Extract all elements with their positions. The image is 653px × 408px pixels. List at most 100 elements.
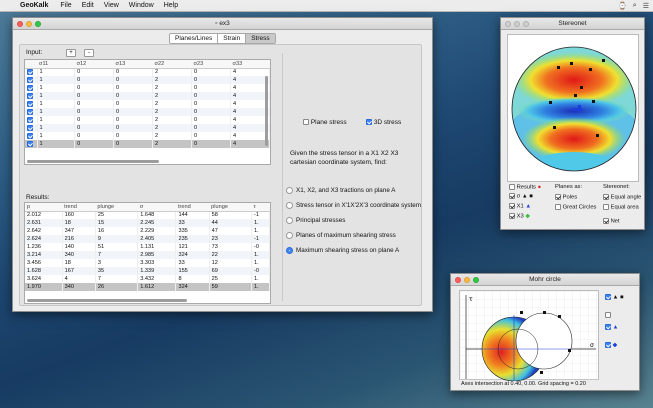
row-checkbox[interactable] bbox=[27, 69, 33, 75]
input-cell[interactable]: 1 bbox=[37, 140, 76, 148]
row-checkbox[interactable] bbox=[27, 124, 33, 131]
x1-checkbox[interactable] bbox=[509, 203, 515, 209]
result-row[interactable]: 2.624 216 9 2.405 235 23 -1 bbox=[25, 235, 270, 243]
input-cell[interactable]: 4 bbox=[230, 116, 270, 124]
input-cell[interactable]: 0 bbox=[191, 92, 231, 100]
input-cell[interactable]: 2 bbox=[152, 92, 193, 100]
input-cell[interactable]: 2 bbox=[152, 140, 193, 148]
input-cell[interactable]: 0 bbox=[191, 76, 231, 84]
input-column-header[interactable]: σ23 bbox=[191, 60, 231, 69]
option-radio[interactable] bbox=[286, 232, 293, 239]
input-row[interactable]: 100204 bbox=[25, 100, 270, 108]
input-column-header[interactable] bbox=[25, 60, 37, 69]
row-checkbox[interactable] bbox=[27, 76, 33, 83]
input-cell[interactable]: 0 bbox=[191, 140, 231, 148]
mohr-titlebar[interactable]: Mohr circle bbox=[451, 274, 639, 286]
input-cell[interactable]: 0 bbox=[191, 108, 231, 116]
menu-help[interactable]: Help bbox=[164, 2, 178, 9]
option-radio[interactable] bbox=[286, 202, 293, 209]
input-cell[interactable]: 4 bbox=[230, 140, 270, 148]
input-row[interactable]: 100204 bbox=[25, 76, 270, 84]
input-cell[interactable]: 2 bbox=[152, 68, 193, 76]
input-cell[interactable]: 0 bbox=[113, 132, 154, 140]
input-cell[interactable]: 0 bbox=[191, 116, 231, 124]
mohr-legend-x1[interactable] bbox=[605, 312, 611, 319]
input-cell[interactable]: 1 bbox=[37, 92, 76, 100]
result-column-header[interactable]: τ bbox=[251, 203, 270, 212]
result-column-header[interactable]: trend bbox=[175, 203, 210, 212]
input-cell[interactable]: 4 bbox=[230, 92, 270, 100]
input-cell[interactable]: 2 bbox=[152, 100, 193, 108]
input-row[interactable]: 100204 bbox=[25, 116, 270, 124]
input-cell[interactable]: 0 bbox=[74, 132, 115, 140]
result-column-header[interactable]: plunge bbox=[95, 203, 138, 212]
sigma-checkbox[interactable] bbox=[509, 193, 515, 199]
equal-angle-option[interactable]: Equal angle bbox=[603, 194, 641, 201]
tab-strain[interactable]: Strain bbox=[218, 34, 247, 43]
input-cell[interactable]: 4 bbox=[230, 100, 270, 108]
minimize-button[interactable] bbox=[26, 21, 32, 27]
input-column-header[interactable]: σ11 bbox=[37, 60, 75, 69]
input-column-header[interactable]: σ22 bbox=[152, 60, 192, 69]
3d-stress-checkbox[interactable]: 3D stress bbox=[366, 119, 401, 126]
legend-sigma[interactable]: σ ▲ ■ bbox=[509, 193, 533, 200]
input-cell[interactable]: 0 bbox=[113, 116, 154, 124]
result-row[interactable]: 1.970 340 26 1.612 324 59 1. bbox=[25, 283, 270, 291]
result-row[interactable]: 2.012 160 25 1.648 144 58 -1 bbox=[25, 211, 270, 219]
input-cell[interactable]: 0 bbox=[113, 76, 154, 84]
minimize-button[interactable] bbox=[514, 21, 520, 27]
input-cell[interactable]: 0 bbox=[74, 140, 115, 148]
input-cell[interactable]: 4 bbox=[230, 132, 270, 140]
input-cell[interactable]: 0 bbox=[191, 84, 231, 92]
input-cell[interactable]: 0 bbox=[74, 68, 115, 76]
result-column-header[interactable]: σ bbox=[137, 203, 176, 212]
input-cell[interactable]: 0 bbox=[113, 84, 154, 92]
result-row[interactable]: 3.456 18 3 3.303 33 12 1. bbox=[25, 259, 270, 267]
input-cell[interactable]: 2 bbox=[152, 108, 193, 116]
input-vscrollbar[interactable] bbox=[265, 76, 268, 146]
zoom-button[interactable] bbox=[523, 21, 529, 27]
plane-stress-checkbox[interactable]: Plane stress bbox=[303, 119, 347, 126]
poles-option[interactable]: Poles bbox=[555, 194, 577, 201]
3d-stress-box[interactable] bbox=[366, 119, 372, 126]
input-cell[interactable]: 0 bbox=[74, 92, 115, 100]
input-column-header[interactable]: σ13 bbox=[113, 60, 153, 69]
input-cell[interactable]: 0 bbox=[74, 100, 115, 108]
input-row[interactable]: 100204 bbox=[25, 132, 270, 140]
input-cell[interactable]: 1 bbox=[37, 108, 76, 116]
input-cell[interactable]: 1 bbox=[37, 100, 76, 108]
result-row[interactable]: 2.631 18 15 2.245 33 44 1. bbox=[25, 219, 270, 227]
input-cell[interactable]: 0 bbox=[74, 116, 115, 124]
close-button[interactable] bbox=[17, 21, 23, 27]
stereonet-canvas[interactable] bbox=[507, 34, 639, 182]
row-checkbox[interactable] bbox=[27, 140, 33, 147]
mohr-x2-checkbox[interactable] bbox=[605, 324, 611, 330]
row-checkbox[interactable] bbox=[27, 116, 33, 123]
input-column-header[interactable]: σ33 bbox=[230, 60, 270, 69]
input-cell[interactable]: 0 bbox=[74, 76, 115, 84]
input-cell[interactable]: 0 bbox=[113, 100, 154, 108]
tab-stress[interactable]: Stress bbox=[246, 34, 275, 43]
results-hscrollbar[interactable] bbox=[27, 299, 187, 302]
zoom-button[interactable] bbox=[473, 277, 479, 283]
input-cell[interactable]: 4 bbox=[230, 76, 270, 84]
mohr-legend-x3[interactable]: ◆ bbox=[605, 342, 617, 349]
input-cell[interactable]: 4 bbox=[230, 108, 270, 116]
mohr-canvas[interactable]: τ σ bbox=[459, 290, 600, 382]
net-checkbox[interactable] bbox=[603, 218, 609, 224]
input-cell[interactable]: 2 bbox=[152, 84, 193, 92]
input-cell[interactable]: 1 bbox=[37, 116, 76, 124]
input-cell[interactable]: 2 bbox=[152, 116, 193, 124]
results-toggle[interactable]: Results ● bbox=[509, 184, 541, 191]
row-checkbox[interactable] bbox=[27, 108, 33, 115]
input-column-header[interactable]: σ12 bbox=[74, 60, 114, 69]
input-cell[interactable]: 0 bbox=[113, 140, 154, 148]
equal-angle-checkbox[interactable] bbox=[603, 194, 609, 200]
input-cell[interactable]: 4 bbox=[230, 84, 270, 92]
input-cell[interactable]: 2 bbox=[152, 124, 193, 132]
row-checkbox[interactable] bbox=[27, 92, 33, 99]
mohr-legend-sigma[interactable]: ▲ ■ bbox=[605, 294, 624, 301]
mohr-legend-x2[interactable]: ▲ bbox=[605, 324, 618, 331]
add-row-button[interactable]: + bbox=[66, 49, 76, 57]
tab-planes-lines[interactable]: Planes/Lines bbox=[170, 34, 219, 43]
